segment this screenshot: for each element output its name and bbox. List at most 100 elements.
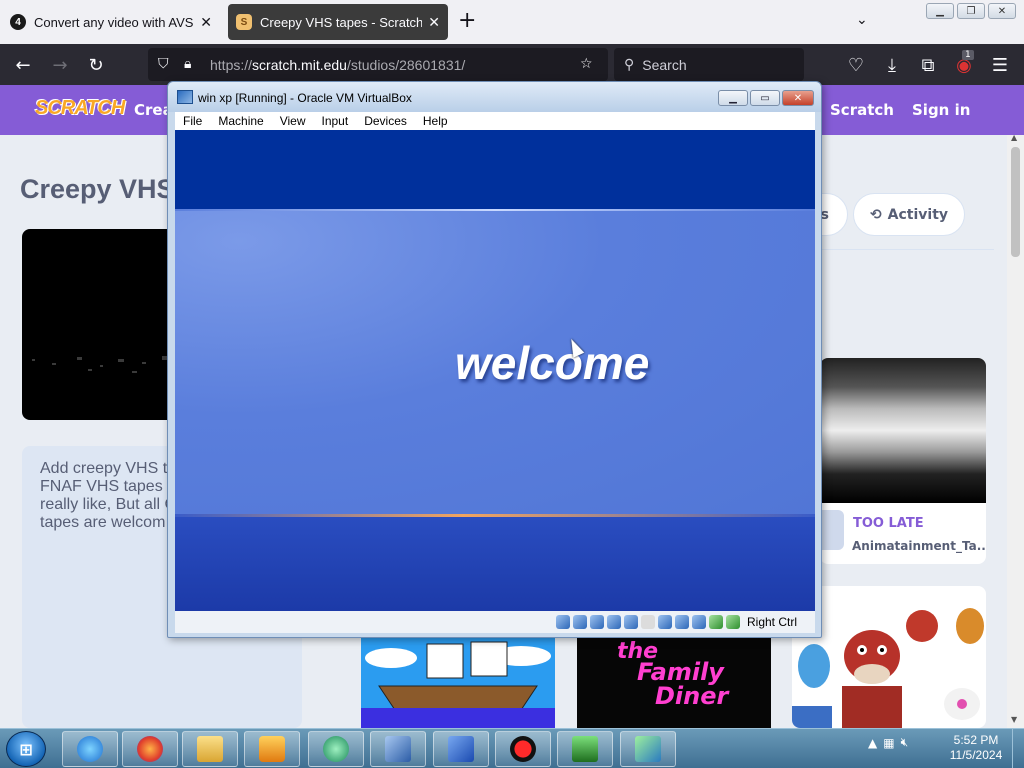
scroll-down-icon[interactable]: ▼ <box>1011 715 1017 724</box>
scratch-logo[interactable]: SCRATCH <box>35 97 125 120</box>
url-bar[interactable]: ⛉ 🔒︎ https://scratch.mit.edu/studios/286… <box>148 48 608 81</box>
virtualbox-icon <box>385 736 411 762</box>
tab-label: Activity <box>887 206 949 223</box>
list-all-tabs-icon[interactable]: ⌄ <box>856 12 868 28</box>
scroll-up-icon[interactable]: ▲ <box>1011 133 1017 142</box>
xp-welcome-bottom-band <box>175 517 815 611</box>
show-desktop-button[interactable] <box>1012 729 1024 768</box>
new-tab-button[interactable]: + <box>458 10 476 32</box>
project-title[interactable]: TOO LATE <box>853 516 924 531</box>
window-controls: ▁ ▭ ✕ <box>716 90 814 106</box>
window-titlebar[interactable]: win xp [Running] - Oracle VM VirtualBox … <box>168 82 821 112</box>
close-button[interactable]: ✕ <box>782 90 814 106</box>
volume-muted-icon[interactable]: 🔇︎ <box>901 735 909 750</box>
shared-folder-icon[interactable] <box>640 615 655 629</box>
xp-welcome-top-band <box>175 130 815 209</box>
taskbar-avs[interactable] <box>308 731 364 767</box>
bookmark-star-icon[interactable]: ☆ <box>580 56 593 72</box>
optical-drive-icon[interactable] <box>572 615 587 629</box>
start-button[interactable]: ⊞ <box>6 731 46 767</box>
project-thumbnail[interactable] <box>361 638 555 728</box>
audio-icon[interactable] <box>589 615 604 629</box>
guest-additions-icon[interactable] <box>708 615 723 629</box>
clock-date: 11/5/2024 <box>949 748 1003 762</box>
network-icon[interactable]: ▦ <box>883 736 894 750</box>
recording-icon[interactable] <box>674 615 689 629</box>
search-icon: ⚲ <box>624 56 635 72</box>
window-title: win xp [Running] - Oracle VM VirtualBox <box>198 91 412 105</box>
lock-icon[interactable]: 🔒︎ <box>184 56 191 72</box>
project-thumbnail[interactable]: the Family Diner <box>577 638 771 728</box>
menu-view[interactable]: View <box>272 112 314 130</box>
taskbar-firefox[interactable] <box>122 731 178 767</box>
tab-title: Creepy VHS tapes - Scratch Stu <box>260 14 423 30</box>
divider <box>820 249 994 250</box>
display-icon[interactable] <box>657 615 672 629</box>
taskbar-monitor[interactable] <box>557 731 613 767</box>
show-hidden-icons-icon[interactable]: ▲ <box>868 736 877 750</box>
menu-help[interactable]: Help <box>415 112 456 130</box>
search-input[interactable]: ⚲ Search <box>614 48 804 81</box>
menu-file[interactable]: File <box>175 112 210 130</box>
virtualbox-icon <box>177 90 193 104</box>
tab-title: Convert any video with AVS Fre <box>34 14 194 30</box>
cpu-icon[interactable] <box>691 615 706 629</box>
menu-input[interactable]: Input <box>314 112 357 130</box>
menu-bar: File Machine View Input Devices Help <box>175 112 815 130</box>
mouse-integration-icon[interactable] <box>725 615 740 629</box>
minimize-button[interactable]: ▁ <box>926 3 954 19</box>
menu-devices[interactable]: Devices <box>356 112 415 130</box>
taskbar-virtualbox[interactable] <box>370 731 426 767</box>
shield-icon[interactable]: ⛉ <box>158 56 169 72</box>
vm-display[interactable]: welcome <box>175 130 815 611</box>
search-placeholder: Search <box>642 56 687 73</box>
taskbar-media-player[interactable] <box>244 731 300 767</box>
pocket-icon[interactable]: ♡ <box>843 52 869 78</box>
performance-monitor-icon <box>572 736 598 762</box>
static-noise-image <box>32 356 167 373</box>
studio-title: Creepy VHS <box>20 174 175 204</box>
join-scratch-link[interactable]: Scratch <box>830 101 894 119</box>
taskbar-clock[interactable]: 5:52 PM 11/5/2024 <box>944 733 1008 763</box>
close-icon[interactable]: ✕ <box>200 14 212 31</box>
close-button[interactable]: ✕ <box>988 3 1016 19</box>
network-icon[interactable] <box>606 615 621 629</box>
menu-icon[interactable]: ☰ <box>987 52 1013 78</box>
usb-icon[interactable] <box>623 615 638 629</box>
tab-activity[interactable]: ⟲ Activity <box>853 193 965 236</box>
avatar[interactable] <box>820 510 844 550</box>
reload-icon[interactable]: ↻ <box>83 52 109 78</box>
studio-thumbnail <box>22 229 172 420</box>
url-text: https://scratch.mit.edu/studios/28601831… <box>210 56 466 73</box>
welcome-text: welcome <box>455 337 650 389</box>
close-icon[interactable]: ✕ <box>428 14 440 31</box>
sign-in-link[interactable]: Sign in <box>912 101 970 119</box>
scrollbar-thumb[interactable] <box>1011 147 1020 257</box>
taskbar-ie[interactable] <box>62 731 118 767</box>
taskbar-recorder[interactable] <box>495 731 551 767</box>
virtualbox-window[interactable]: win xp [Running] - Oracle VM VirtualBox … <box>167 81 822 638</box>
menu-machine[interactable]: Machine <box>210 112 271 130</box>
extensions-icon[interactable]: ⧉ <box>915 52 941 78</box>
restore-button[interactable]: ❐ <box>957 3 985 19</box>
taskbar-app[interactable] <box>620 731 676 767</box>
history-icon: ⟲ <box>869 206 882 223</box>
back-arrow-icon[interactable]: ← <box>10 52 36 78</box>
windows-taskbar: ⊞ ▲ ▦ 🔇︎ 5:52 PM 11/5/2024 <box>0 728 1024 768</box>
project-card[interactable]: TOO LATE Animatainment_Ta... <box>820 358 986 564</box>
page-scrollbar[interactable]: ▲ ▼ <box>1007 133 1024 728</box>
project-thumbnail[interactable] <box>820 358 986 503</box>
taskbar-win-xp-vm[interactable] <box>433 731 489 767</box>
forward-arrow-icon[interactable]: → <box>47 52 73 78</box>
tab-scratch-studio[interactable]: S Creepy VHS tapes - Scratch Stu ✕ <box>228 4 448 40</box>
maximize-button[interactable]: ▭ <box>750 90 780 106</box>
taskbar-explorer[interactable] <box>182 731 238 767</box>
project-author[interactable]: Animatainment_Ta... <box>852 539 986 553</box>
system-tray: ▲ ▦ 🔇︎ <box>868 735 908 750</box>
clock-time: 5:52 PM <box>953 733 999 747</box>
folder-icon <box>197 736 223 762</box>
minimize-button[interactable]: ▁ <box>718 90 748 106</box>
hard-disk-icon[interactable] <box>555 615 570 629</box>
downloads-icon[interactable]: ⤓ <box>879 52 905 78</box>
tab-avs[interactable]: 4 Convert any video with AVS Fre ✕ <box>2 4 220 40</box>
